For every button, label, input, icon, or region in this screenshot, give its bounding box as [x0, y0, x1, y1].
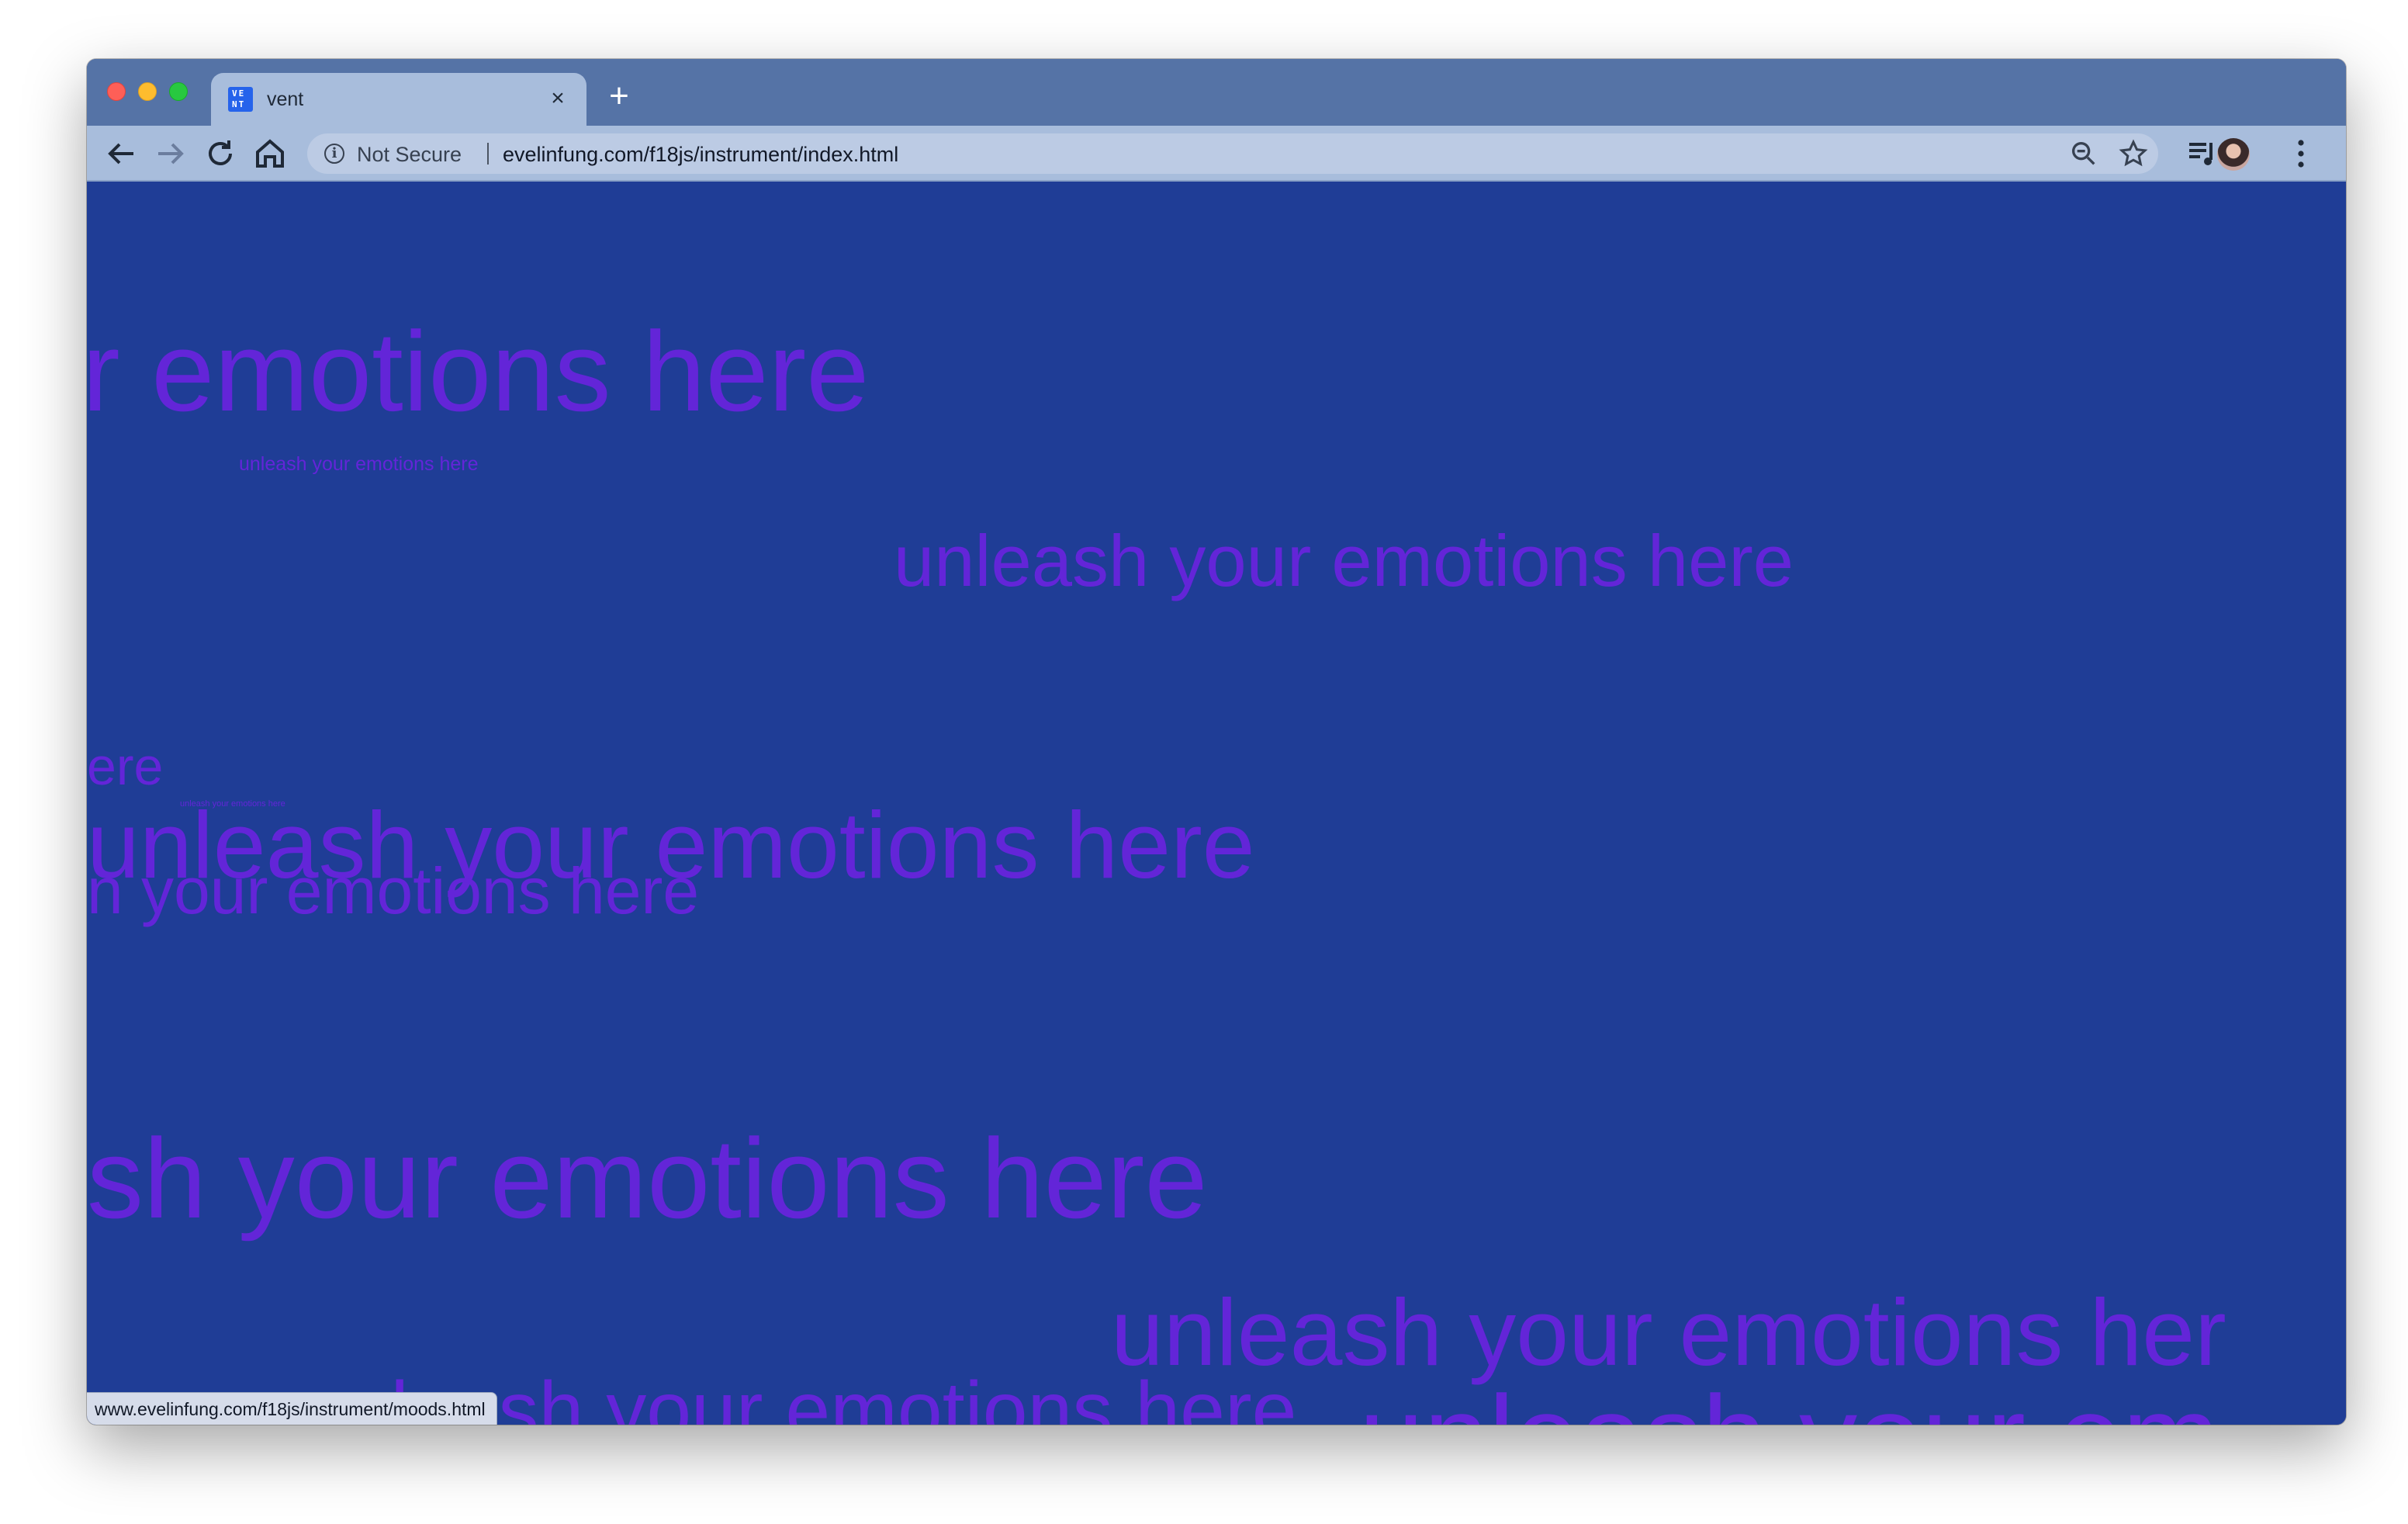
tab-close-icon[interactable]: × [546, 87, 569, 110]
vent-phrase: unleash your em [1359, 1378, 2219, 1425]
tab-title: vent [267, 88, 304, 110]
vent-phrase: unleash your emotions here [894, 520, 1794, 601]
forward-arrow-icon[interactable] [152, 135, 189, 172]
back-arrow-icon[interactable] [102, 135, 140, 172]
tab-strip: VE NT vent × + [87, 59, 2346, 126]
url-text[interactable]: evelinfung.com/f18js/instrument/index.ht… [503, 143, 898, 167]
media-control-icon[interactable] [2183, 135, 2220, 172]
vent-phrase: unleash your emotions here [239, 453, 479, 475]
close-window-button[interactable] [107, 82, 126, 101]
reload-icon[interactable] [202, 135, 239, 172]
home-icon[interactable] [251, 135, 289, 172]
vent-phrase: sh your emotions here [87, 1115, 1208, 1242]
security-label[interactable]: Not Secure [357, 143, 462, 167]
new-tab-button[interactable]: + [604, 79, 635, 113]
zoom-icon[interactable] [2068, 138, 2099, 169]
profile-avatar[interactable] [2217, 138, 2250, 171]
vent-phrase: n your emotions here [87, 854, 700, 927]
minimize-window-button[interactable] [138, 82, 157, 101]
browser-window: VE NT vent × + i Not Secure evelinfung.c… [87, 59, 2346, 1425]
more-menu-icon[interactable] [2282, 135, 2320, 172]
tab-vent[interactable]: VE NT vent × [211, 73, 586, 126]
info-icon[interactable]: i [324, 144, 344, 164]
omnibox-divider [487, 143, 489, 165]
bookmark-star-icon[interactable] [2118, 138, 2149, 169]
vent-phrase: r emotions here [87, 308, 870, 435]
page-content[interactable]: r emotions here unleash your emotions he… [87, 183, 2346, 1425]
browser-toolbar: i Not Secure evelinfung.com/f18js/instru… [87, 126, 2346, 182]
vent-phrase: ere [87, 737, 164, 796]
address-bar[interactable]: i Not Secure evelinfung.com/f18js/instru… [307, 133, 2158, 174]
maximize-window-button[interactable] [169, 82, 188, 101]
vent-favicon-icon: VE NT [228, 87, 253, 112]
link-status-bubble: www.evelinfung.com/f18js/instrument/mood… [87, 1392, 497, 1425]
